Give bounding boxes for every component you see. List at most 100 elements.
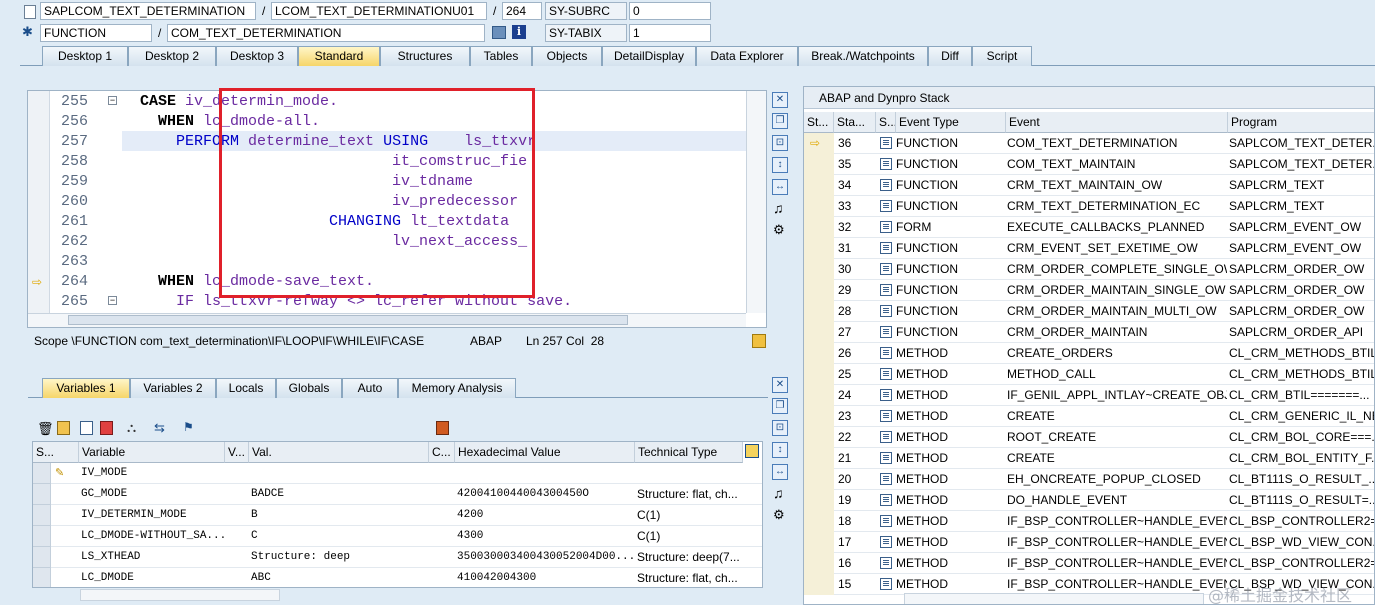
stack-row[interactable]: 23 METHOD CREATE CL_CRM_GENERIC_IL_NE... <box>804 406 1374 427</box>
headset-icon[interactable]: ♫ <box>773 200 784 216</box>
column-header[interactable]: Technical Type <box>635 442 743 463</box>
stack-row[interactable]: 18 METHOD IF_BSP_CONTROLLER~HANDLE_EVENT CL… <box>804 511 1374 532</box>
column-header[interactable]: S... <box>876 112 896 133</box>
tools-icon[interactable]: ⚙ <box>773 222 785 238</box>
stack-row[interactable]: 17 METHOD IF_BSP_CONTROLLER~HANDLE_EVENT CL… <box>804 532 1374 553</box>
variables-hscroll[interactable] <box>80 589 280 601</box>
row-selector[interactable] <box>33 526 51 547</box>
var-name[interactable]: LS_XTHEAD <box>81 547 225 568</box>
program-field[interactable]: SAPLCOM_TEXT_DETERMINATION <box>40 2 256 20</box>
name-field[interactable]: COM_TEXT_DETERMINATION <box>167 24 485 42</box>
column-header[interactable]: Variable <box>79 442 225 463</box>
stack-row[interactable]: 16 METHOD IF_BSP_CONTROLLER~HANDLE_EVENT CL… <box>804 553 1374 574</box>
var-value[interactable]: Structure: deep <box>251 547 427 568</box>
tab-locals[interactable]: Locals <box>216 378 276 398</box>
tab-desktop-3[interactable]: Desktop 3 <box>216 46 298 66</box>
include-field[interactable]: LCOM_TEXT_DETERMINATIONU01 <box>271 2 487 20</box>
stack-row[interactable]: 25 METHOD METHOD_CALL CL_CRM_METHODS_BTIL..… <box>804 364 1374 385</box>
var-name[interactable]: IV_DETERMIN_MODE <box>81 505 225 526</box>
tab-desktop-2[interactable]: Desktop 2 <box>128 46 216 66</box>
resize-horizontal-icon[interactable]: ↔ <box>772 179 788 195</box>
sysvar2-value[interactable]: 1 <box>629 24 711 42</box>
table-row[interactable]: GC_MODE BADCE 4200410044004300450O Struc… <box>33 484 762 505</box>
type-field[interactable]: FUNCTION <box>40 24 152 42</box>
resize-vertical-icon[interactable]: ↕ <box>772 157 788 173</box>
column-config-icon[interactable] <box>745 444 759 458</box>
display-icon[interactable] <box>492 26 506 39</box>
column-header[interactable]: V... <box>225 442 249 463</box>
hierarchy-icon[interactable]: ⛬ <box>127 420 136 436</box>
resize-vertical-icon[interactable]: ↕ <box>772 442 788 458</box>
stack-row[interactable]: 35 FUNCTION COM_TEXT_MAINTAIN SAPLCOM_TEXT_… <box>804 154 1374 175</box>
close-icon[interactable]: ✕ <box>772 92 788 108</box>
tab-auto[interactable]: Auto <box>342 378 398 398</box>
row-selector[interactable] <box>33 547 51 568</box>
stack-row[interactable]: 32 FORM EXECUTE_CALLBACKS_PLANNED SAPLCRM_E… <box>804 217 1374 238</box>
column-header[interactable]: Program <box>1228 112 1374 133</box>
window-icon[interactable]: ❐ <box>772 113 788 129</box>
stack-row[interactable]: 26 METHOD CREATE_ORDERS CL_CRM_METHODS_BTIL… <box>804 343 1374 364</box>
stack-row[interactable]: 24 METHOD IF_GENIL_APPL_INTLAY~CREATE_OBJ.… <box>804 385 1374 406</box>
tab-globals[interactable]: Globals <box>276 378 342 398</box>
note-icon[interactable] <box>752 334 766 348</box>
info-icon[interactable]: i <box>512 25 526 39</box>
table-row[interactable]: LS_XTHEAD Structure: deep 35003000340043… <box>33 547 762 568</box>
resize-horizontal-icon[interactable]: ↔ <box>772 464 788 480</box>
stack-row[interactable]: ⇨ 36 FUNCTION COM_TEXT_DETERMINATION SAPLCOM… <box>804 133 1374 154</box>
var-name[interactable]: LC_DMODE-WITHOUT_SA... <box>81 526 225 547</box>
table-row[interactable]: LC_DMODE-WITHOUT_SA... C 4300 C(1) <box>33 526 762 547</box>
window-icon[interactable]: ❐ <box>772 398 788 414</box>
vertical-scrollbar[interactable] <box>746 91 766 313</box>
stack-row[interactable]: 19 METHOD DO_HANDLE_EVENT CL_BT111S_O_RESUL… <box>804 490 1374 511</box>
tab-desktop-1[interactable]: Desktop 1 <box>42 46 128 66</box>
column-header[interactable]: St... <box>804 112 834 133</box>
var-value[interactable] <box>251 463 427 484</box>
save-list-icon[interactable] <box>100 421 113 435</box>
tab-detaildisplay[interactable]: DetailDisplay <box>602 46 696 66</box>
row-selector[interactable] <box>33 568 51 587</box>
tools-icon[interactable]: ⚙ <box>773 507 785 523</box>
column-header[interactable]: C... <box>429 442 455 463</box>
fold-icon[interactable]: − <box>108 296 117 305</box>
var-value[interactable]: C <box>251 526 427 547</box>
stack-row[interactable]: 34 FUNCTION CRM_TEXT_MAINTAIN_OW SAPLCRM_TE… <box>804 175 1374 196</box>
stack-row[interactable]: 30 FUNCTION CRM_ORDER_COMPLETE_SINGLE_OW SA… <box>804 259 1374 280</box>
scroll-thumb[interactable] <box>68 315 628 325</box>
sysvar1-value[interactable]: 0 <box>629 2 711 20</box>
delete-icon[interactable]: 🗑 <box>37 421 54 437</box>
tab-structures[interactable]: Structures <box>380 46 470 66</box>
column-header[interactable]: S... <box>33 442 79 463</box>
line-field[interactable]: 264 <box>502 2 542 20</box>
column-header[interactable]: Sta... <box>834 112 876 133</box>
list-icon[interactable] <box>80 421 93 435</box>
tab-objects[interactable]: Objects <box>532 46 602 66</box>
var-name[interactable]: LC_DMODE <box>81 568 225 587</box>
stack-row[interactable]: 31 FUNCTION CRM_EVENT_SET_EXETIME_OW SAPLCR… <box>804 238 1374 259</box>
var-name[interactable]: GC_MODE <box>81 484 225 505</box>
table-row[interactable]: LC_DMODE ABC 410042004300 Structure: fla… <box>33 568 762 587</box>
stack-hscroll[interactable] <box>904 593 1204 604</box>
var-name[interactable]: IV_MODE <box>81 463 225 484</box>
stack-row[interactable]: 29 FUNCTION CRM_ORDER_MAINTAIN_SINGLE_OW SA… <box>804 280 1374 301</box>
tab-script[interactable]: Script <box>972 46 1032 66</box>
table-row[interactable]: IV_DETERMIN_MODE B 4200 C(1) <box>33 505 762 526</box>
save-icon[interactable] <box>436 421 449 435</box>
load-icon[interactable] <box>57 421 70 435</box>
column-header[interactable]: Val. <box>249 442 429 463</box>
tab-variables-1[interactable]: Variables 1 <box>42 378 130 398</box>
var-value[interactable]: BADCE <box>251 484 427 505</box>
maximize-icon[interactable]: ⊡ <box>772 420 788 436</box>
stack-row[interactable]: 28 FUNCTION CRM_ORDER_MAINTAIN_MULTI_OW SAP… <box>804 301 1374 322</box>
var-value[interactable]: ABC <box>251 568 427 587</box>
tab-memory-analysis[interactable]: Memory Analysis <box>398 378 516 398</box>
table-row[interactable]: ✎ IV_MODE <box>33 463 762 484</box>
tab-diff[interactable]: Diff <box>928 46 972 66</box>
tab-standard[interactable]: Standard <box>298 46 380 66</box>
stack-row[interactable]: 21 METHOD CREATE CL_CRM_BOL_ENTITY_F... <box>804 448 1374 469</box>
flag-icon[interactable]: ⚑ <box>183 420 194 434</box>
navigate-icon[interactable]: ⇆ <box>154 420 165 436</box>
var-value[interactable]: B <box>251 505 427 526</box>
maximize-icon[interactable]: ⊡ <box>772 135 788 151</box>
row-selector[interactable] <box>33 505 51 526</box>
tab-variables-2[interactable]: Variables 2 <box>130 378 216 398</box>
